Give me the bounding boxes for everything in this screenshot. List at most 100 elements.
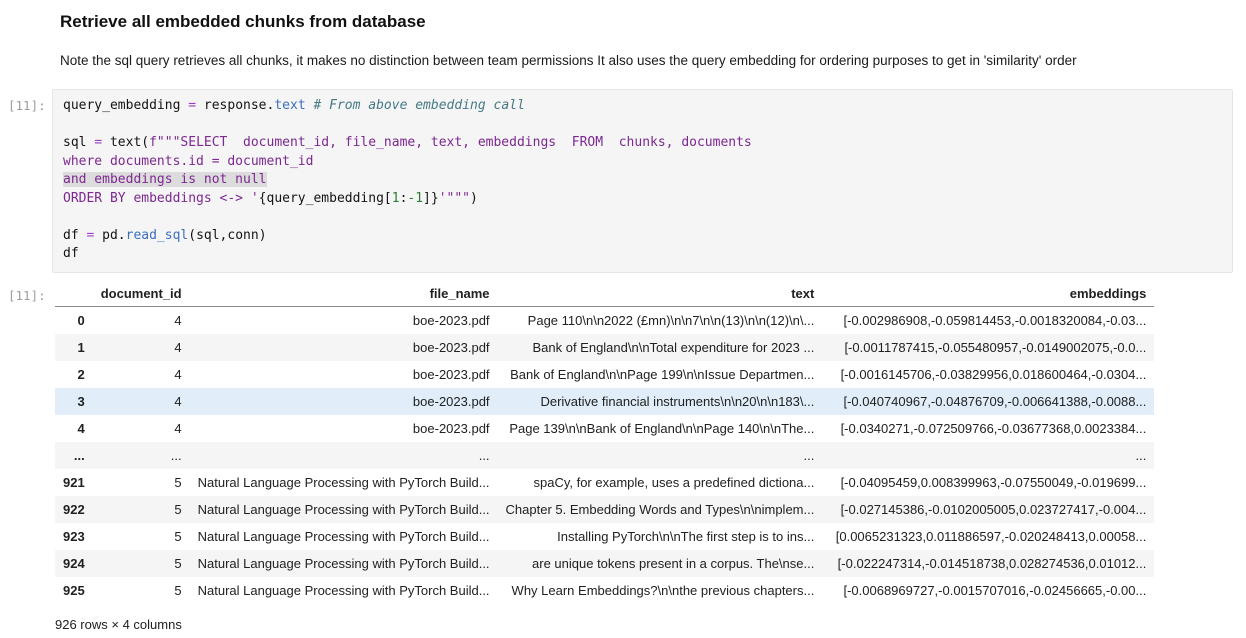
- row-index: 3: [55, 388, 93, 415]
- table-row: 34boe-2023.pdfDerivative financial instr…: [55, 388, 1154, 415]
- table-row: 9225Natural Language Processing with PyT…: [55, 496, 1154, 523]
- cell: ...: [93, 442, 190, 469]
- code-token: -1: [407, 191, 423, 206]
- code-token: '""": [439, 191, 470, 206]
- cell: Bank of England\n\nPage 199\n\nIssue Dep…: [498, 361, 823, 388]
- code-token: pd: [94, 228, 117, 243]
- cell: [-0.027145386,-0.0102005005,0.023727417,…: [822, 496, 1154, 523]
- row-index: ...: [55, 442, 93, 469]
- code-token: (sql,conn): [188, 228, 266, 243]
- cell: [-0.0068969727,-0.0015707016,-0.02456665…: [822, 577, 1154, 604]
- note-text: Note the sql query retrieves all chunks,…: [60, 53, 1226, 68]
- cell: 4: [93, 415, 190, 442]
- cell: spaCy, for example, uses a predefined di…: [498, 469, 823, 496]
- cell: ...: [822, 442, 1154, 469]
- code-token: f"""SELECT document_id, file_name, text,…: [149, 135, 752, 150]
- output-prompt: [11]:: [0, 281, 52, 303]
- code-token: ORDER BY embeddings <-> ': [63, 191, 259, 206]
- code-editor[interactable]: query_embedding = response. text # From a…: [52, 89, 1233, 273]
- code-token: 1: [392, 191, 400, 206]
- code-line: query_embedding = response.text # From a…: [63, 97, 1222, 116]
- cell: [-0.0340271,-0.072509766,-0.03677368,0.0…: [822, 415, 1154, 442]
- table-row: 04boe-2023.pdfPage 110\n\n2022 (£mn)\n\n…: [55, 307, 1154, 334]
- row-index: 925: [55, 577, 93, 604]
- code-token: sql: [63, 135, 94, 150]
- row-index: 924: [55, 550, 93, 577]
- code-token: query_embedding: [63, 98, 188, 113]
- cell: boe-2023.pdf: [190, 415, 498, 442]
- code-token: text(: [102, 135, 149, 150]
- cell: Why Learn Embeddings?\n\nthe previous ch…: [498, 577, 823, 604]
- code-token: where documents.id = document_id: [63, 154, 313, 169]
- cell: [-0.002986908,-0.059814453,-0.0018320084…: [822, 307, 1154, 334]
- cell: Natural Language Processing with PyTorch…: [190, 469, 498, 496]
- code-token: and embeddings is not null: [63, 172, 267, 187]
- code-token: response: [196, 98, 266, 113]
- cell: boe-2023.pdf: [190, 361, 498, 388]
- code-line: df = pd.read_sql(sql,conn): [63, 227, 1222, 246]
- code-token: =: [188, 98, 196, 113]
- cell: 4: [93, 388, 190, 415]
- table-row: 9235Natural Language Processing with PyT…: [55, 523, 1154, 550]
- cell: [-0.0011787415,-0.055480957,-0.014900207…: [822, 334, 1154, 361]
- code-token: =: [94, 135, 102, 150]
- table-row: 24boe-2023.pdfBank of England\n\nPage 19…: [55, 361, 1154, 388]
- cell: Bank of England\n\nTotal expenditure for…: [498, 334, 823, 361]
- cell: Page 139\n\nBank of England\n\nPage 140\…: [498, 415, 823, 442]
- table-row: 9255Natural Language Processing with PyT…: [55, 577, 1154, 604]
- column-header: file_name: [190, 281, 498, 307]
- code-line: ORDER BY embeddings <-> '{query_embeddin…: [63, 190, 1222, 209]
- row-index: 0: [55, 307, 93, 334]
- code-token: df: [63, 228, 86, 243]
- code-line: [63, 116, 1222, 135]
- cell: Natural Language Processing with PyTorch…: [190, 523, 498, 550]
- cell: 5: [93, 550, 190, 577]
- cell: Natural Language Processing with PyTorch…: [190, 496, 498, 523]
- code-line: [63, 208, 1222, 227]
- cell: Page 110\n\n2022 (£mn)\n\n7\n\n(13)\n\n(…: [498, 307, 823, 334]
- cell: 5: [93, 577, 190, 604]
- table-row: 44boe-2023.pdfPage 139\n\nBank of Englan…: [55, 415, 1154, 442]
- cell: ...: [190, 442, 498, 469]
- code-cell: [11]: query_embedding = response. text # …: [0, 89, 1246, 273]
- dataframe-table: document_idfile_nametextembeddings 04boe…: [55, 281, 1154, 604]
- input-prompt: [11]:: [0, 89, 52, 113]
- cell: [0.0065231323,0.011886597,-0.020248413,0…: [822, 523, 1154, 550]
- cell: are unique tokens present in a corpus. T…: [498, 550, 823, 577]
- cell: 4: [93, 334, 190, 361]
- column-header: embeddings: [822, 281, 1154, 307]
- cell: Derivative financial instruments\n\n20\n…: [498, 388, 823, 415]
- table-row: 9245Natural Language Processing with PyT…: [55, 550, 1154, 577]
- cell: [-0.022247314,-0.014518738,0.028274536,0…: [822, 550, 1154, 577]
- cell: 5: [93, 523, 190, 550]
- cell: boe-2023.pdf: [190, 388, 498, 415]
- code-token: .: [118, 228, 126, 243]
- cell: 4: [93, 361, 190, 388]
- markdown-cell: Retrieve all embedded chunks from databa…: [0, 0, 1246, 68]
- notebook: Retrieve all embedded chunks from databa…: [0, 0, 1246, 638]
- row-index: 922: [55, 496, 93, 523]
- code-token: text: [274, 98, 305, 113]
- code-token: {query_embedding[: [259, 191, 392, 206]
- row-index: 4: [55, 415, 93, 442]
- table-row: 9215Natural Language Processing with PyT…: [55, 469, 1154, 496]
- code-token: ): [470, 191, 478, 206]
- output-area: document_idfile_nametextembeddings 04boe…: [52, 281, 1246, 632]
- code-line: df: [63, 245, 1222, 264]
- cell: [-0.040740967,-0.04876709,-0.006641388,-…: [822, 388, 1154, 415]
- code-token: df: [63, 246, 79, 261]
- column-header: text: [498, 281, 823, 307]
- row-index: 1: [55, 334, 93, 361]
- row-index: 2: [55, 361, 93, 388]
- cell: [-0.04095459,0.008399963,-0.07550049,-0.…: [822, 469, 1154, 496]
- cell: 5: [93, 496, 190, 523]
- table-row: 14boe-2023.pdfBank of England\n\nTotal e…: [55, 334, 1154, 361]
- table-header-row: document_idfile_nametextembeddings: [55, 281, 1154, 307]
- cell: ...: [498, 442, 823, 469]
- cell: boe-2023.pdf: [190, 307, 498, 334]
- cell: Installing PyTorch\n\nThe first step is …: [498, 523, 823, 550]
- index-corner-header: [55, 281, 93, 307]
- code-content: query_embedding = response. text # From a…: [63, 97, 1222, 264]
- code-token: # From above embedding call: [313, 98, 524, 113]
- code-token: ]}: [423, 191, 439, 206]
